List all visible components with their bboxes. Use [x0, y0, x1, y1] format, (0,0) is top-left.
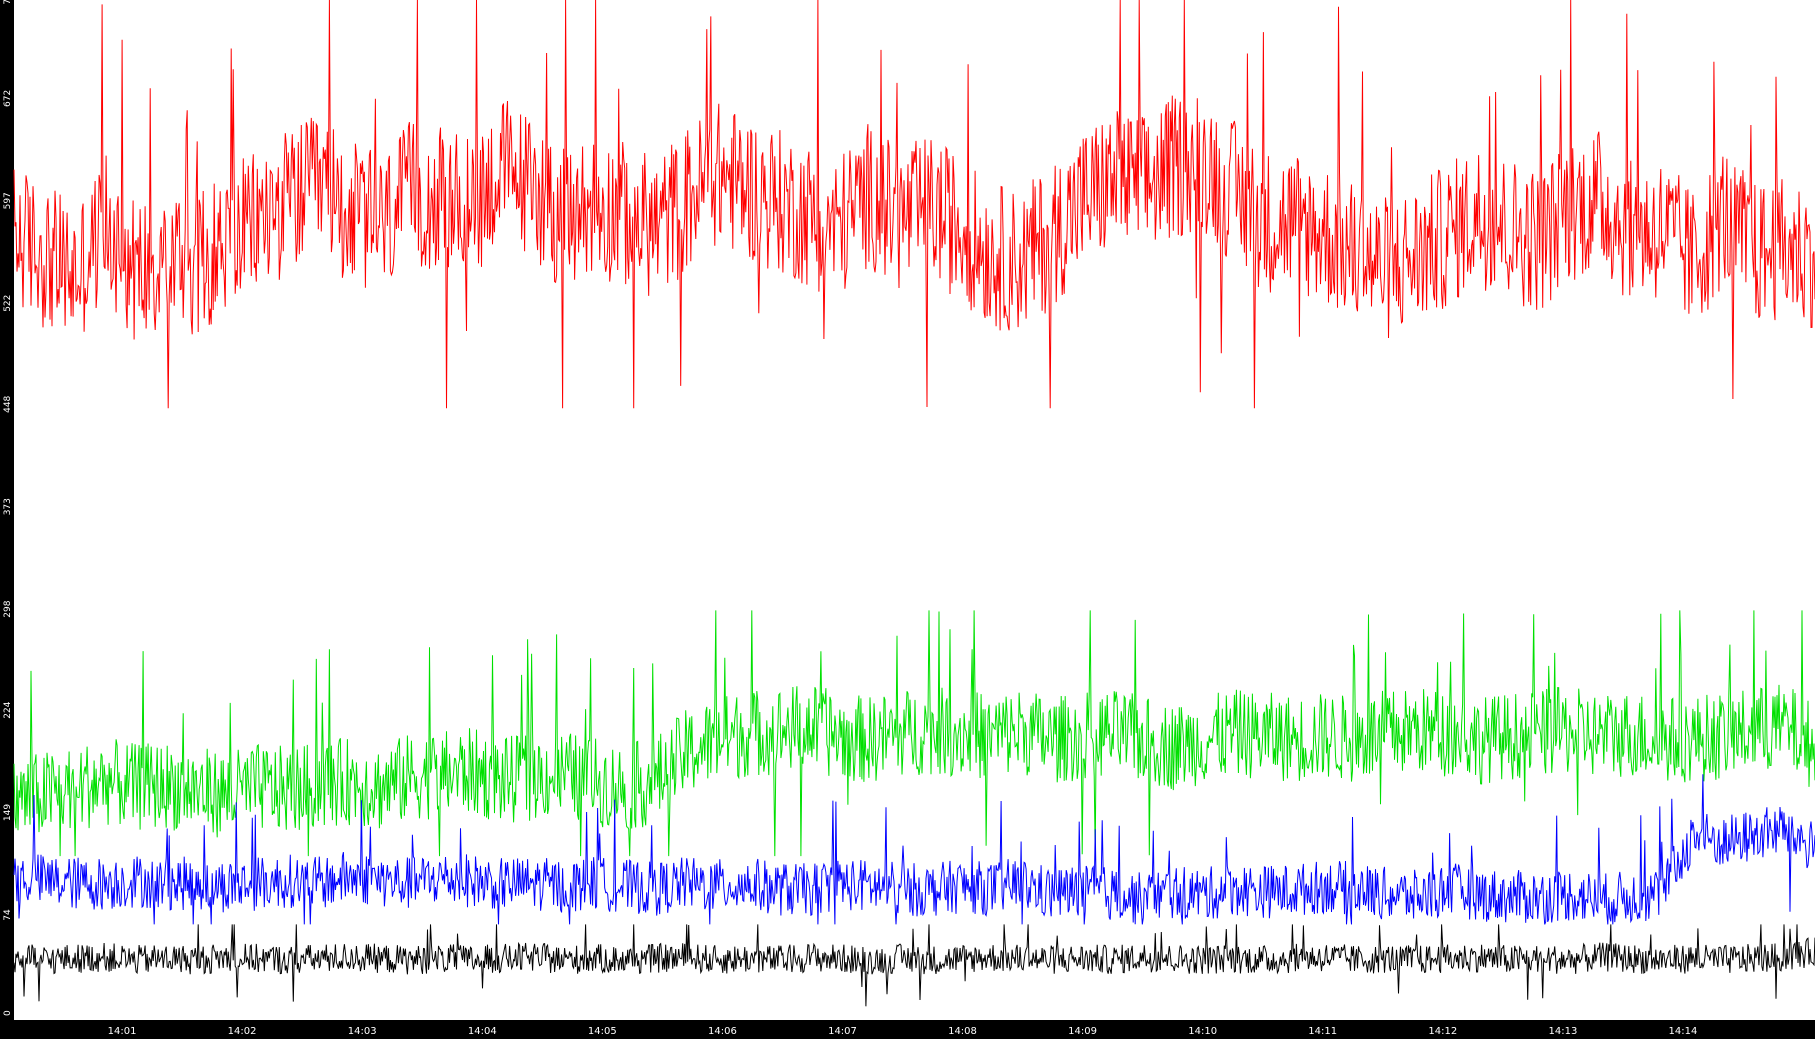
- y-tick-label: 597: [3, 192, 13, 209]
- series-line-3: [13, 924, 1815, 1007]
- y-tick-label: 0: [3, 1010, 13, 1016]
- y-tick-label: 448: [3, 395, 13, 412]
- x-tick-label: 14:06: [708, 1026, 737, 1037]
- x-tick-label: 14:04: [468, 1026, 497, 1037]
- x-tick-label: 14:05: [588, 1026, 617, 1037]
- y-tick-label: 672: [3, 90, 13, 107]
- x-axis-bar: [0, 1020, 1815, 1039]
- x-tick-label: 14:10: [1188, 1026, 1217, 1037]
- chart: 0 74 149 224 298 373 448 522 597 672 747 14:01 14:0…: [0, 0, 1815, 1039]
- y-tick-label: 747: [3, 0, 13, 5]
- x-tick-label: 14:09: [1068, 1026, 1097, 1037]
- series-layer: [13, 0, 1815, 1007]
- x-tick-label: 14:08: [948, 1026, 977, 1037]
- x-tick-label: 14:01: [108, 1026, 137, 1037]
- y-tick-label: 298: [3, 600, 13, 617]
- y-axis-bar: [0, 0, 14, 1039]
- series-line-1: [13, 610, 1815, 857]
- x-tick-label: 14:02: [228, 1026, 257, 1037]
- y-tick-label: 74: [3, 909, 13, 921]
- y-tick-label: 224: [3, 701, 13, 718]
- series-line-0: [13, 0, 1815, 409]
- x-tick-label: 14:03: [348, 1026, 377, 1037]
- y-tick-label: 373: [3, 498, 13, 515]
- x-tick-label: 14:12: [1428, 1026, 1457, 1037]
- x-tick-label: 14:14: [1668, 1026, 1697, 1037]
- y-tick-label: 522: [3, 295, 13, 312]
- chart-svg: 0 74 149 224 298 373 448 522 597 672 747 14:01 14:0…: [0, 0, 1815, 1039]
- x-tick-label: 14:13: [1548, 1026, 1577, 1037]
- x-tick-label: 14:11: [1308, 1026, 1337, 1037]
- x-tick-label: 14:07: [828, 1026, 857, 1037]
- y-tick-label: 149: [3, 804, 13, 821]
